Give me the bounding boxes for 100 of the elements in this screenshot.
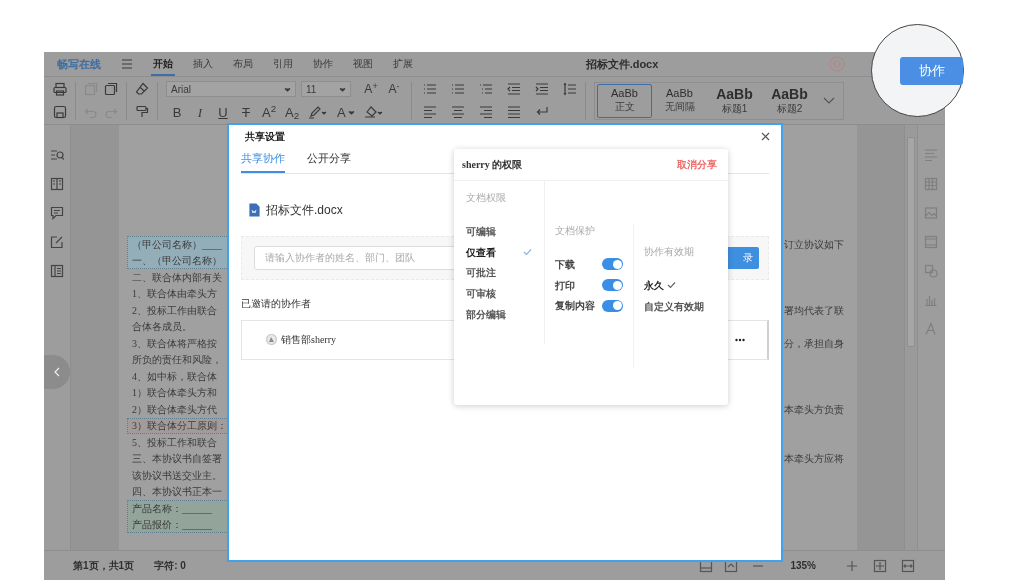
document-text: 5、投标工作和联合 [132, 435, 217, 450]
outdent-icon[interactable] [507, 82, 521, 96]
style-label: 标题2 [776, 103, 803, 116]
dialog-tab[interactable]: 共享协作 [241, 150, 285, 173]
more-icon[interactable] [735, 337, 745, 342]
character-count: 字符: 0 [154, 559, 186, 573]
caret-icon [284, 86, 291, 92]
dialog-tab[interactable]: 公开分享 [307, 150, 351, 173]
document-text: 分，承担自身 [784, 336, 844, 351]
document-title: 招标文件.docx [585, 56, 659, 72]
permission-option[interactable]: 可审核 [466, 283, 532, 304]
document-text: 该协议书送交业主。 [132, 468, 222, 483]
menu-tab[interactable]: 布局 [231, 52, 255, 76]
document-text: 订立协议如下 [784, 237, 844, 252]
fit-width-icon[interactable] [901, 558, 915, 573]
font-size-select[interactable]: 11 [301, 81, 351, 97]
align-left-icon[interactable] [423, 105, 437, 119]
underline-button[interactable]: U [216, 105, 230, 119]
justify-icon[interactable] [507, 105, 521, 119]
scrollbar[interactable] [904, 125, 917, 550]
document-icon[interactable] [50, 264, 64, 278]
plain-button[interactable]: A$^{2}$ [262, 105, 276, 119]
style-label: 正文 [614, 101, 635, 114]
invited-heading: 已邀请的协作者 [241, 296, 311, 311]
strike-button[interactable]: T [239, 105, 253, 119]
chevron-down-icon[interactable] [823, 97, 835, 104]
plain-button[interactable]: A$_{2}$ [285, 105, 299, 119]
caret-icon [347, 109, 355, 115]
style-option[interactable]: AaBb 标题2 [762, 83, 817, 118]
style-label: 标题1 [721, 103, 748, 116]
document-text: 本牵头方应将 [784, 452, 844, 467]
bullet-list-icon[interactable] [423, 82, 437, 96]
comment-icon[interactable] [50, 206, 64, 220]
check-icon [523, 248, 532, 257]
style-option[interactable]: AaBb 标题1 [707, 83, 762, 118]
collaborator-name: 销售部sherry [281, 333, 336, 347]
document-text: 所负的责任和风险， [132, 353, 222, 368]
popover-title: sherry 的权限 [462, 158, 523, 172]
fit-page-icon[interactable] [873, 558, 887, 573]
style-option[interactable]: AaBb 无间隔 [652, 83, 707, 118]
document-text: 1）联合体牵头方和 [132, 386, 217, 401]
numbered-list-icon[interactable] [451, 82, 465, 96]
highlighter-icon[interactable] [308, 105, 328, 119]
search-list-icon[interactable] [50, 148, 64, 162]
app-logo: 畅写在线 [57, 56, 101, 72]
align-center-icon[interactable] [451, 105, 465, 119]
font-select[interactable]: Arial [166, 81, 296, 97]
toggle-switch[interactable] [602, 279, 623, 292]
eraser-icon[interactable] [135, 82, 149, 96]
font-size: 11 [306, 82, 317, 97]
dialog-title: 共享设置 [245, 130, 285, 144]
close-icon[interactable] [761, 132, 770, 141]
document-text: 4、如中标，联合体 [132, 369, 217, 384]
grow-font-button[interactable]: A$^{+}$ [362, 83, 380, 95]
scrollbar-thumb[interactable] [907, 137, 915, 347]
menu-tab[interactable]: 视图 [351, 52, 375, 76]
menu-tab[interactable]: 扩展 [391, 52, 415, 76]
toggle-label: 复制内容 [555, 299, 595, 314]
italic-button[interactable]: I [193, 105, 207, 119]
permission-option[interactable]: 可编辑 [466, 221, 532, 242]
cancel-share-link[interactable]: 取消分享 [677, 157, 717, 172]
menu-tab[interactable]: 开始 [151, 52, 175, 76]
page-count: 第1页，共1页 [73, 559, 135, 573]
style-option[interactable]: AaBb 正文 [597, 83, 652, 118]
zoom-in-icon[interactable] [846, 560, 858, 571]
validity-option[interactable]: 自定义有效期 [644, 295, 704, 317]
menu-tab[interactable]: 协作 [311, 52, 335, 76]
menu-tab[interactable]: 插入 [191, 52, 215, 76]
multilevel-list-icon[interactable] [479, 82, 493, 96]
bold-button[interactable]: B [170, 105, 184, 119]
format-painter-icon[interactable] [135, 105, 149, 119]
word-file-icon [249, 202, 260, 217]
toggle-switch[interactable] [602, 258, 623, 271]
menu-tab[interactable]: 引用 [271, 52, 295, 76]
document-text: 产品报价：______ [132, 518, 212, 533]
document-text: 3）联合体分工原则： [132, 419, 227, 434]
line-spacing-icon[interactable] [563, 82, 577, 96]
paste-icon[interactable] [104, 82, 118, 96]
save-icon[interactable] [53, 105, 67, 119]
shrink-font-button[interactable]: A$^{-}$ [385, 83, 403, 95]
edit-icon[interactable] [50, 235, 64, 249]
document-text: 本牵头方负责 [784, 402, 844, 417]
fill-color-icon[interactable] [363, 105, 384, 119]
align-right-icon[interactable] [479, 105, 493, 119]
column-heading: 文档保护 [555, 224, 595, 238]
menu-icon[interactable] [121, 58, 133, 70]
style-label: 无间隔 [664, 101, 695, 114]
style-preview: AaBb [666, 87, 693, 102]
indent-icon[interactable] [535, 82, 549, 96]
font-color-button[interactable]: A [337, 105, 355, 119]
collaborate-button[interactable]: 协作 [900, 56, 963, 85]
print-icon[interactable] [53, 82, 67, 96]
book-icon[interactable] [50, 177, 64, 191]
check-icon [667, 281, 676, 290]
toggle-switch[interactable] [602, 299, 623, 312]
column-heading: 文档权限 [466, 191, 506, 205]
font-name: Arial [171, 82, 191, 97]
document-text: 一、（甲公司名称） [132, 254, 222, 269]
validity-option[interactable]: 永久 [644, 275, 676, 296]
permission-option[interactable]: 部分编辑 [466, 303, 532, 325]
